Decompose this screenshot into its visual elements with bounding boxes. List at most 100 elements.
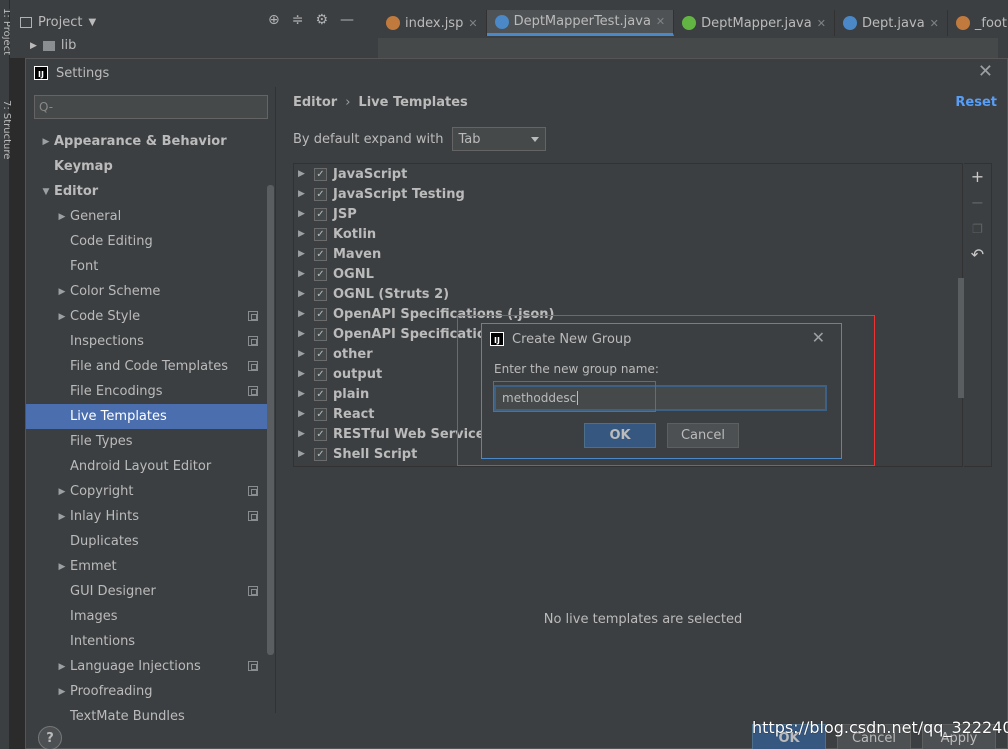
template-group-row[interactable]: ▶ ✓ OGNL (294, 264, 962, 284)
chevron-right-icon[interactable]: ▶ (298, 449, 308, 459)
template-group-row[interactable]: ▶ ✓ JavaScript Testing (294, 184, 962, 204)
editor-find-bar[interactable] (378, 38, 998, 58)
reset-link[interactable]: Reset (955, 95, 997, 110)
editor-tab[interactable]: Dept.java ✕ (835, 10, 948, 36)
chevron-right-icon[interactable]: ▶ (298, 169, 308, 179)
locate-icon[interactable]: ⊕ (268, 12, 280, 28)
chevron-down-icon[interactable]: ▼ (88, 17, 96, 28)
project-view-selector[interactable]: Project (38, 15, 82, 30)
chevron-right-icon[interactable]: ▶ (298, 269, 308, 279)
dialog-cancel-button[interactable]: Cancel (667, 423, 739, 448)
chevron-right-icon[interactable]: ▶ (54, 212, 70, 222)
template-group-checkbox[interactable]: ✓ (314, 307, 327, 321)
template-group-row[interactable]: ▶ ✓ Maven (294, 244, 962, 264)
sidebar-item[interactable]: ▶ Copyright (26, 479, 274, 504)
breadcrumb-parent[interactable]: Editor (293, 95, 337, 110)
template-group-checkbox[interactable]: ✓ (314, 407, 327, 421)
sidebar-item[interactable]: File Types (26, 429, 274, 454)
chevron-right-icon[interactable]: ▶ (298, 249, 308, 259)
editor-tab[interactable]: DeptMapper.java ✕ (674, 10, 835, 36)
sidebar-item[interactable]: Keymap (26, 154, 274, 179)
chevron-right-icon[interactable]: ▶ (298, 229, 308, 239)
copy-icon[interactable]: ❐ (964, 216, 991, 242)
sidebar-item[interactable]: TextMate Bundles (26, 704, 274, 729)
close-icon[interactable]: ✕ (930, 17, 939, 30)
sidebar-item[interactable]: ▶ General (26, 204, 274, 229)
chevron-right-icon[interactable]: ▶ (298, 209, 308, 219)
close-icon[interactable]: ✕ (817, 17, 826, 30)
chevron-right-icon[interactable]: ▶ (54, 287, 70, 297)
sidebar-item[interactable]: Android Layout Editor (26, 454, 274, 479)
chevron-right-icon[interactable]: ▶ (298, 409, 308, 419)
template-group-checkbox[interactable]: ✓ (314, 247, 327, 261)
sidebar-item[interactable]: Inspections (26, 329, 274, 354)
restore-icon[interactable]: ↶ (964, 242, 991, 268)
sidebar-item[interactable]: ▶ Proofreading (26, 679, 274, 704)
chevron-right-icon[interactable]: ▶ (54, 562, 70, 572)
help-button[interactable]: ? (38, 726, 62, 749)
sidebar-item[interactable]: GUI Designer (26, 579, 274, 604)
chevron-right-icon[interactable]: ▶ (54, 312, 70, 322)
template-group-checkbox[interactable]: ✓ (314, 347, 327, 361)
settings-search-input[interactable]: Q- (34, 95, 268, 119)
sidebar-item[interactable]: Images (26, 604, 274, 629)
template-group-row[interactable]: ▶ ✓ JavaScript (294, 164, 962, 184)
sidebar-item[interactable]: ▶ Code Style (26, 304, 274, 329)
sidebar-item[interactable]: File and Code Templates (26, 354, 274, 379)
project-tree-lib[interactable]: ▶ lib (30, 38, 76, 53)
sidebar-item[interactable]: Code Editing (26, 229, 274, 254)
dialog-ok-button[interactable]: OK (584, 423, 656, 448)
close-icon[interactable]: ✕ (656, 15, 665, 28)
editor-tab[interactable]: index.jsp ✕ (378, 10, 487, 36)
sidebar-item[interactable]: File Encodings (26, 379, 274, 404)
editor-tab[interactable]: DeptMapperTest.java ✕ (486, 10, 675, 36)
template-group-checkbox[interactable]: ✓ (314, 267, 327, 281)
sidebar-item[interactable]: ▶ Inlay Hints (26, 504, 274, 529)
chevron-right-icon[interactable]: ▶ (298, 189, 308, 199)
chevron-right-icon[interactable]: ▶ (38, 137, 54, 147)
sidebar-scrollbar[interactable] (267, 185, 274, 655)
chevron-right-icon[interactable]: ▶ (54, 687, 70, 697)
hide-icon[interactable]: — (340, 12, 354, 28)
sidebar-item[interactable]: Duplicates (26, 529, 274, 554)
template-group-checkbox[interactable]: ✓ (314, 387, 327, 401)
chevron-right-icon[interactable]: ▶ (54, 512, 70, 522)
sidebar-item[interactable]: ▼ Editor (26, 179, 274, 204)
chevron-right-icon[interactable]: ▶ (298, 329, 308, 339)
chevron-down-icon[interactable]: ▼ (38, 187, 54, 197)
template-group-checkbox[interactable]: ✓ (314, 287, 327, 301)
expand-with-dropdown[interactable]: Tab (451, 127, 546, 151)
gear-icon[interactable]: ⚙ (315, 12, 328, 28)
chevron-right-icon[interactable]: ▶ (298, 389, 308, 399)
template-group-checkbox[interactable]: ✓ (314, 367, 327, 381)
template-group-checkbox[interactable]: ✓ (314, 427, 327, 441)
template-group-checkbox[interactable]: ✓ (314, 167, 327, 181)
chevron-right-icon[interactable]: ▶ (298, 289, 308, 299)
chevron-right-icon[interactable]: ▶ (298, 309, 308, 319)
chevron-right-icon[interactable]: ▶ (54, 662, 70, 672)
template-group-checkbox[interactable]: ✓ (314, 227, 327, 241)
sidebar-item[interactable]: ▶ Emmet (26, 554, 274, 579)
editor-tab[interactable]: _foot.jsp✕ (948, 10, 1008, 36)
add-icon[interactable]: + (964, 164, 991, 190)
template-group-checkbox[interactable]: ✓ (314, 447, 327, 461)
close-icon[interactable]: ✕ (812, 328, 825, 347)
sidebar-item[interactable]: ▶ Color Scheme (26, 279, 274, 304)
chevron-right-icon[interactable]: ▶ (298, 349, 308, 359)
template-group-row[interactable]: ▶ ✓ Kotlin (294, 224, 962, 244)
template-group-checkbox[interactable]: ✓ (314, 187, 327, 201)
close-icon[interactable]: ✕ (468, 17, 477, 30)
sidebar-item[interactable]: Live Templates (26, 404, 274, 429)
sidebar-item[interactable]: Font (26, 254, 274, 279)
chevron-right-icon[interactable]: ▶ (298, 429, 308, 439)
template-group-row[interactable]: ▶ ✓ JSP (294, 204, 962, 224)
remove-icon[interactable]: − (964, 190, 991, 216)
sidebar-item[interactable]: ▶ Language Injections (26, 654, 274, 679)
template-group-row[interactable]: ▶ ✓ OGNL (Struts 2) (294, 284, 962, 304)
sidebar-item[interactable]: ▶ Appearance & Behavior (26, 129, 274, 154)
chevron-right-icon[interactable]: ▶ (54, 487, 70, 497)
template-group-checkbox[interactable]: ✓ (314, 327, 327, 341)
sidebar-item[interactable]: Intentions (26, 629, 274, 654)
collapse-icon[interactable]: ≑ (292, 12, 304, 28)
template-group-checkbox[interactable]: ✓ (314, 207, 327, 221)
